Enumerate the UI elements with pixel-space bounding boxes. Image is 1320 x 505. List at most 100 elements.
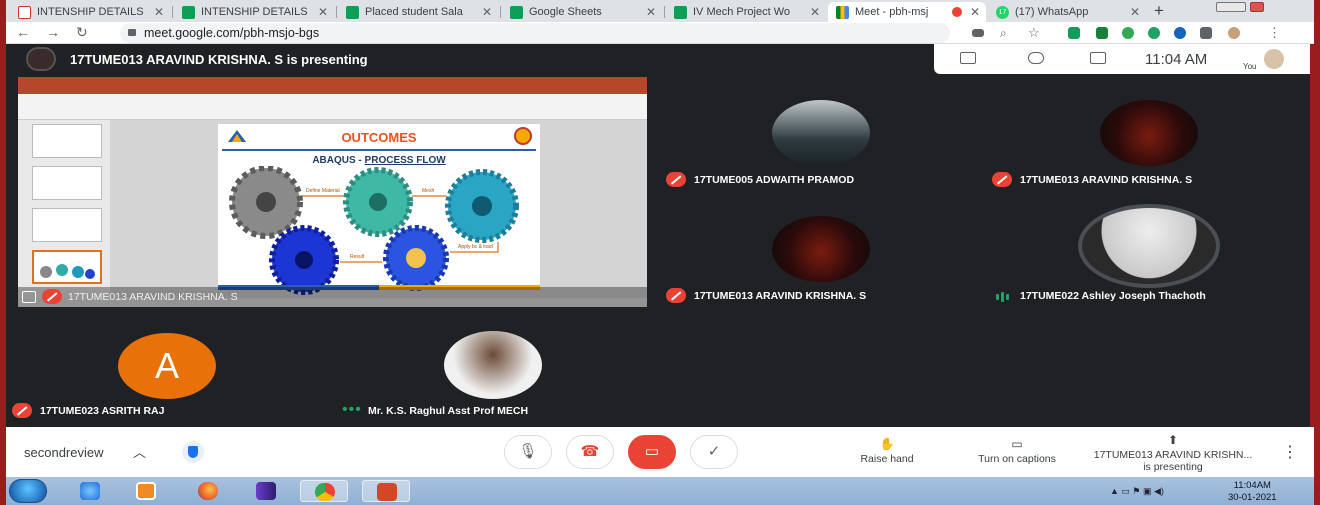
participant-tile[interactable]: 17TUME013 ARAVIND KRISHNA. S [986, 94, 1310, 189]
meeting-details-button[interactable]: secondreview [24, 445, 104, 460]
internet-explorer-icon [80, 482, 100, 500]
close-tab-icon[interactable]: ✕ [154, 5, 164, 19]
forward-icon[interactable]: → [46, 24, 60, 40]
grid-layout-icon[interactable] [960, 52, 976, 64]
system-tray[interactable]: ▲ ▭ ⚑ ▣ ◀) [1110, 486, 1164, 497]
chat-icon[interactable] [1090, 52, 1106, 64]
microphone-icon: 🎙 [518, 443, 538, 460]
zoom-icon[interactable]: ⌕ [1000, 26, 1007, 41]
taskbar-chrome[interactable] [300, 480, 348, 502]
meeting-clock: 11:04 AM [1145, 51, 1208, 68]
present-screen-icon[interactable] [22, 291, 36, 303]
camera-off-icon: ▭ [644, 443, 660, 460]
audio-activity-icon: ••• [342, 401, 362, 418]
leave-call-button[interactable]: ☎ [566, 435, 614, 469]
back-icon[interactable]: ← [16, 24, 30, 40]
window-close-button[interactable] [1250, 2, 1264, 12]
participant-tile[interactable]: 17TUME022 Ashley Joseph Thachoth [986, 204, 1310, 309]
participant-photo [772, 100, 870, 166]
mic-off-icon [666, 172, 686, 187]
chrome-icon [315, 483, 335, 501]
close-tab-icon[interactable]: ✕ [646, 5, 656, 19]
reload-icon[interactable]: ↻ [76, 24, 88, 41]
taskbar-powerpoint[interactable] [362, 480, 410, 502]
camera-icon[interactable] [972, 29, 984, 37]
close-tab-icon[interactable]: ✕ [1130, 5, 1140, 19]
raise-hand-button[interactable]: ✋ Raise hand [852, 437, 922, 465]
top-right-panel: 11:04 AM You [934, 44, 1310, 74]
extension-check-button[interactable]: ✓ [690, 435, 738, 469]
close-tab-icon[interactable]: ✕ [482, 5, 492, 19]
close-tab-icon[interactable]: ✕ [970, 5, 980, 19]
tab-iv-mech-project[interactable]: IV Mech Project Wo ✕ [666, 2, 826, 22]
tab-intenship-details-2[interactable]: INTENSHIP DETAILS ✕ [174, 2, 334, 22]
whatsapp-icon: 17 [996, 5, 1009, 19]
media-player-icon [136, 482, 156, 500]
grammarly-icon[interactable] [1148, 27, 1160, 39]
captions-button[interactable]: ▭ Turn on captions [968, 437, 1066, 465]
window-controls[interactable] [1216, 2, 1246, 12]
step-label: Define Material [306, 188, 340, 194]
slide-thumbnail[interactable] [32, 208, 102, 242]
profile-avatar[interactable] [1228, 27, 1240, 39]
taskbar-media-player[interactable] [122, 480, 170, 502]
app-icon [256, 482, 276, 500]
taskbar-ie[interactable] [66, 480, 114, 502]
participant-initial-avatar: A [118, 333, 216, 399]
slide-thumbnail[interactable] [32, 124, 102, 158]
extensions-puzzle-icon[interactable] [1200, 27, 1212, 39]
powerpoint-ribbon-tabs [18, 87, 647, 94]
address-bar[interactable]: meet.google.com/pbh-msjo-bgs [120, 23, 950, 43]
participant-photo [1100, 100, 1198, 166]
tab-placed-student[interactable]: Placed student Sala ✕ [338, 2, 498, 22]
extension-circle-icon[interactable] [1174, 27, 1186, 39]
slide-title: OUTCOMES [341, 130, 417, 145]
sheets-extension-icon[interactable] [1096, 27, 1108, 39]
tab-meet[interactable]: Meet - pbh-msj ✕ [828, 2, 986, 22]
taskbar-firefox[interactable] [184, 480, 232, 502]
microphone-button[interactable]: 🎙 [504, 435, 552, 469]
tab-whatsapp[interactable]: 17 (17) WhatsApp ✕ [988, 2, 1146, 22]
participant-name: 17TUME022 Ashley Joseph Thachoth [1020, 290, 1206, 302]
gear-blue-image [269, 225, 339, 295]
slide-subtitle: ABAQUS - PROCESS FLOW [312, 155, 446, 166]
slide-thumbnail-selected[interactable] [32, 250, 102, 284]
host-controls-shield-icon[interactable] [182, 441, 204, 463]
slide-edit-area: OUTCOMES ABAQUS - PROCESS FLOW Define Ma… [110, 120, 647, 298]
presentation-tile[interactable]: OUTCOMES ABAQUS - PROCESS FLOW Define Ma… [18, 77, 647, 307]
more-options-icon[interactable]: ⋮ [1282, 442, 1298, 462]
bookmark-star-icon[interactable]: ☆ [1028, 25, 1040, 41]
powerpoint-titlebar [18, 77, 647, 87]
chevron-up-icon[interactable]: ︿ [133, 442, 146, 461]
meet-icon [836, 5, 849, 19]
participant-name: Mr. K.S. Raghul Asst Prof MECH [368, 405, 529, 417]
presenting-status-button[interactable]: ⬆ 17TUME013 ARAVIND KRISHN... is present… [1088, 433, 1258, 473]
slide-thumbnail[interactable] [32, 166, 102, 200]
hang-up-icon: ☎ [580, 443, 600, 460]
participant-tile[interactable]: A 17TUME023 ASRITH RAJ [6, 329, 326, 424]
gmail-icon [18, 5, 31, 19]
tab-intenship-details-1[interactable]: INTENSHIP DETAILS ✕ [10, 2, 170, 22]
tab-google-sheets[interactable]: Google Sheets ✕ [502, 2, 662, 22]
camera-button[interactable]: ▭ [628, 435, 676, 469]
people-icon[interactable] [1028, 52, 1044, 64]
participant-name: 17TUME005 ADWAITH PRAMOD [694, 174, 855, 186]
taskbar-app[interactable] [242, 480, 290, 502]
participant-tile[interactable]: 17TUME005 ADWAITH PRAMOD [660, 94, 980, 189]
gear-cyan-image [445, 169, 519, 243]
new-tab-button[interactable]: + [1154, 1, 1164, 21]
windows-start-button[interactable] [9, 479, 47, 503]
sheets-icon [674, 5, 687, 19]
browser-menu-icon[interactable]: ⋮ [1268, 25, 1281, 41]
self-avatar[interactable] [1264, 49, 1284, 69]
gear-teal-image [343, 167, 413, 237]
participant-tile[interactable]: 17TUME013 ARAVIND KRISHNA. S [660, 214, 980, 309]
participant-tile[interactable]: ••• Mr. K.S. Raghul Asst Prof MECH [336, 329, 656, 424]
close-tab-icon[interactable]: ✕ [810, 5, 820, 19]
system-clock[interactable]: 11:04AM 30-01-2021 [1228, 480, 1277, 504]
close-tab-icon[interactable]: ✕ [318, 5, 328, 19]
recording-indicator-icon [952, 7, 962, 17]
extension-icon[interactable] [1068, 27, 1080, 39]
gear-gray-image [229, 166, 303, 239]
check-extension-icon[interactable] [1122, 27, 1134, 39]
